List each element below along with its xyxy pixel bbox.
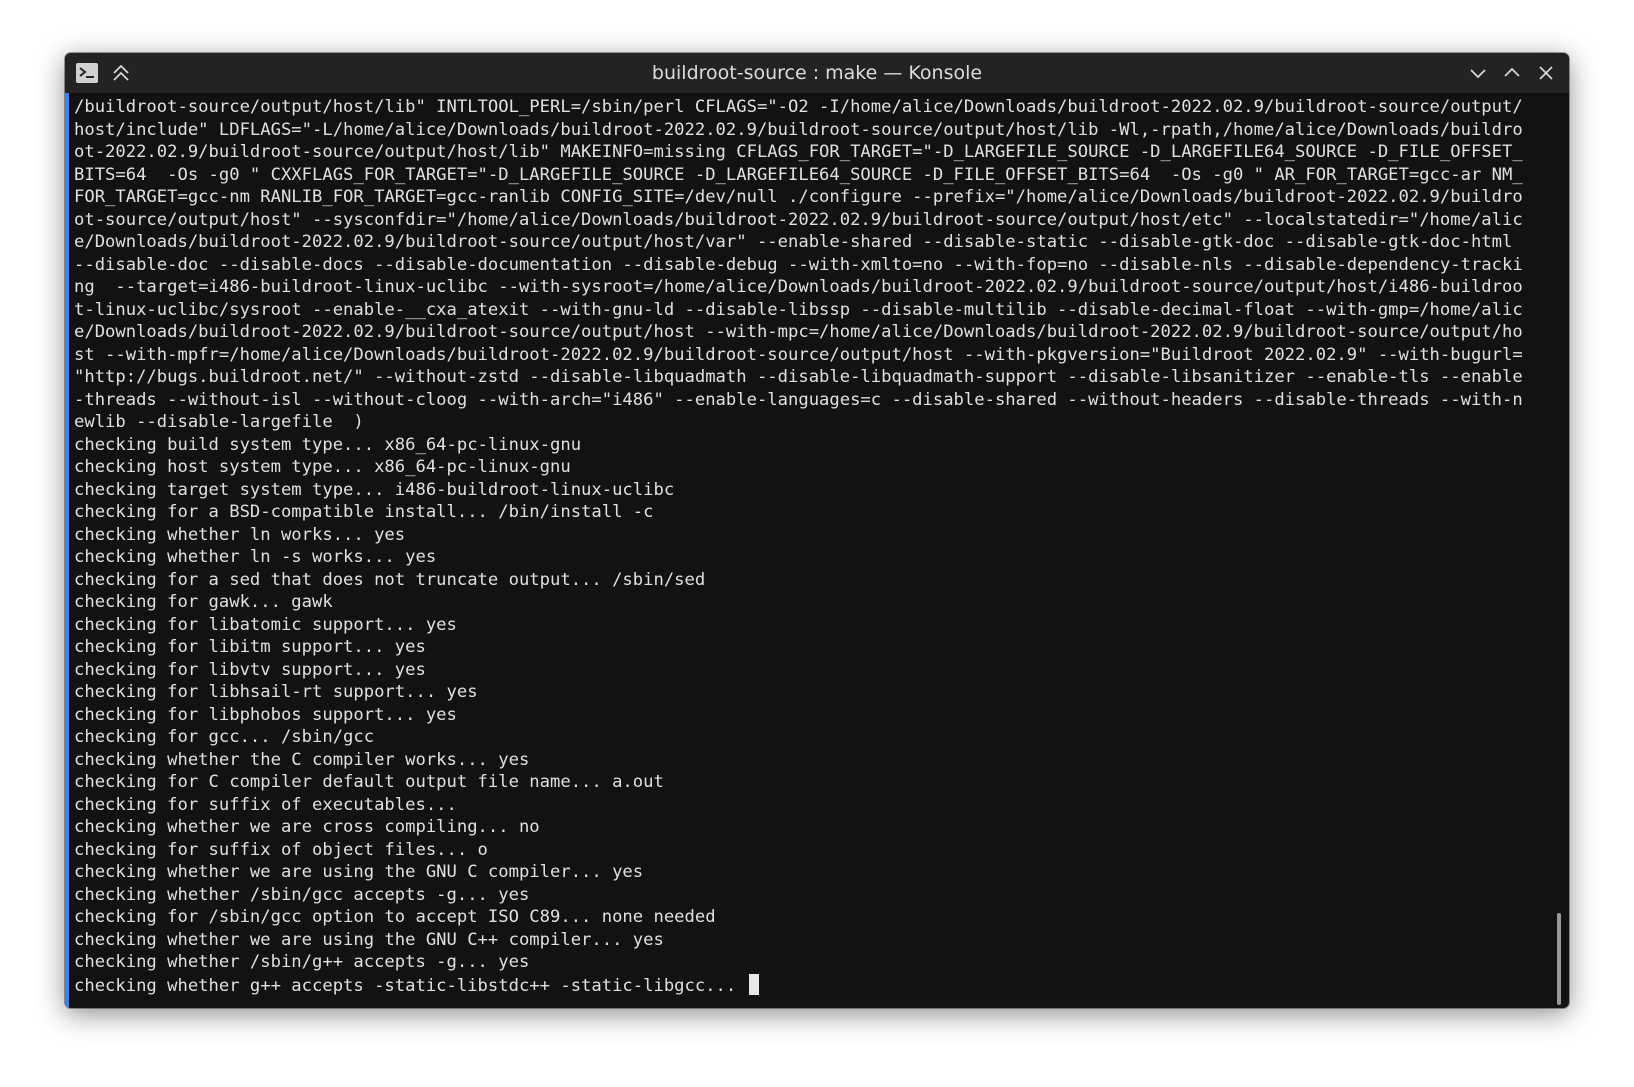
terminal-line: checking whether /sbin/gcc accepts -g...… [74,884,530,905]
active-pane-indicator [65,93,69,1008]
terminal-line: checking whether ln -s works... yes [74,547,437,567]
terminal-line: checking for libitm support... yes [74,637,426,657]
terminal-line: checking host system type... x86_64-pc-l… [74,457,571,477]
terminal-line: ng --target=i486-buildroot-linux-uclibc … [74,277,1523,297]
terminal-line: ewlib --disable-largefile ) [74,412,364,432]
chevron-up-icon[interactable] [1500,61,1524,85]
terminal-output[interactable]: /buildroot-source/output/host/lib" INTLT… [74,96,1538,1001]
terminal-line: BITS=64 -Os -g0 " CXXFLAGS_FOR_TARGET="-… [74,164,1523,185]
terminal-line: ot-source/output/host" --sysconfdir="/ho… [74,209,1523,230]
terminal-line: checking whether we are using the GNU C+… [74,929,664,950]
window-title: buildroot-source : make — Konsole [651,62,983,84]
terminal-line: --disable-doc --disable-docs --disable-d… [74,254,1523,275]
terminal-line: checking for a sed that does not truncat… [74,569,706,590]
terminal-line: ot-2022.02.9/buildroot-source/output/hos… [74,142,1523,162]
terminal-line: checking for suffix of object files... o [74,839,488,860]
terminal-line: checking whether we are cross compiling.… [74,817,540,837]
terminal-line: FOR_TARGET=gcc-nm RANLIB_FOR_TARGET=gcc-… [74,187,1523,207]
terminal-line: checking for suffix of executables... [74,794,457,815]
terminal-prompt-line: checking whether g++ accepts -static-lib… [74,973,1538,997]
chevron-down-icon[interactable] [1466,61,1490,85]
terminal-line: e/Downloads/buildroot-2022.02.9/buildroo… [74,232,1513,252]
title-bar[interactable]: buildroot-source : make — Konsole [65,53,1569,93]
terminal-line: checking whether we are using the GNU C … [74,862,644,882]
terminal-line: checking target system type... i486-buil… [74,479,675,500]
terminal-line: checking whether /sbin/g++ accepts -g...… [74,952,530,972]
text-cursor [748,973,759,995]
terminal-line: checking for a BSD-compatible install...… [74,502,654,522]
terminal-line: t-linux-uclibc/sysroot --enable-__cxa_at… [74,299,1523,320]
terminal-line: checking for libvtv support... yes [74,659,426,680]
terminal-line: checking for /sbin/gcc option to accept … [74,907,716,927]
terminal-line: checking whether the C compiler works...… [74,749,530,770]
terminal-line: host/include" LDFLAGS="-L/home/alice/Dow… [74,119,1523,140]
terminal-line: e/Downloads/buildroot-2022.02.9/buildroo… [74,322,1523,342]
terminal-line: /buildroot-source/output/host/lib" INTLT… [74,97,1523,117]
terminal-line: st --with-mpfr=/home/alice/Downloads/bui… [74,344,1523,365]
terminal-line: -threads --without-isl --without-cloog -… [74,389,1523,410]
terminal-line: "http://bugs.buildroot.net/" --without-z… [74,367,1523,387]
terminal-line: checking for libatomic support... yes [74,614,457,635]
konsole-window: buildroot-source : make — Konsole /build… [65,53,1569,1008]
scrollbar-handle[interactable] [1557,913,1561,1005]
terminal-line: checking build system type... x86_64-pc-… [74,434,582,455]
close-icon[interactable] [1534,61,1558,85]
terminal-line: checking for libphobos support... yes [74,704,457,725]
terminal-line: checking for gcc... /sbin/gcc [74,727,375,747]
terminal-line: checking for libhsail-rt support... yes [74,682,478,702]
terminal-line: checking for C compiler default output f… [74,772,664,792]
terminal-line-text: checking whether g++ accepts -static-lib… [74,975,747,996]
terminal-line: checking for gawk... gawk [74,592,333,612]
terminal-line: checking whether ln works... yes [74,524,406,545]
